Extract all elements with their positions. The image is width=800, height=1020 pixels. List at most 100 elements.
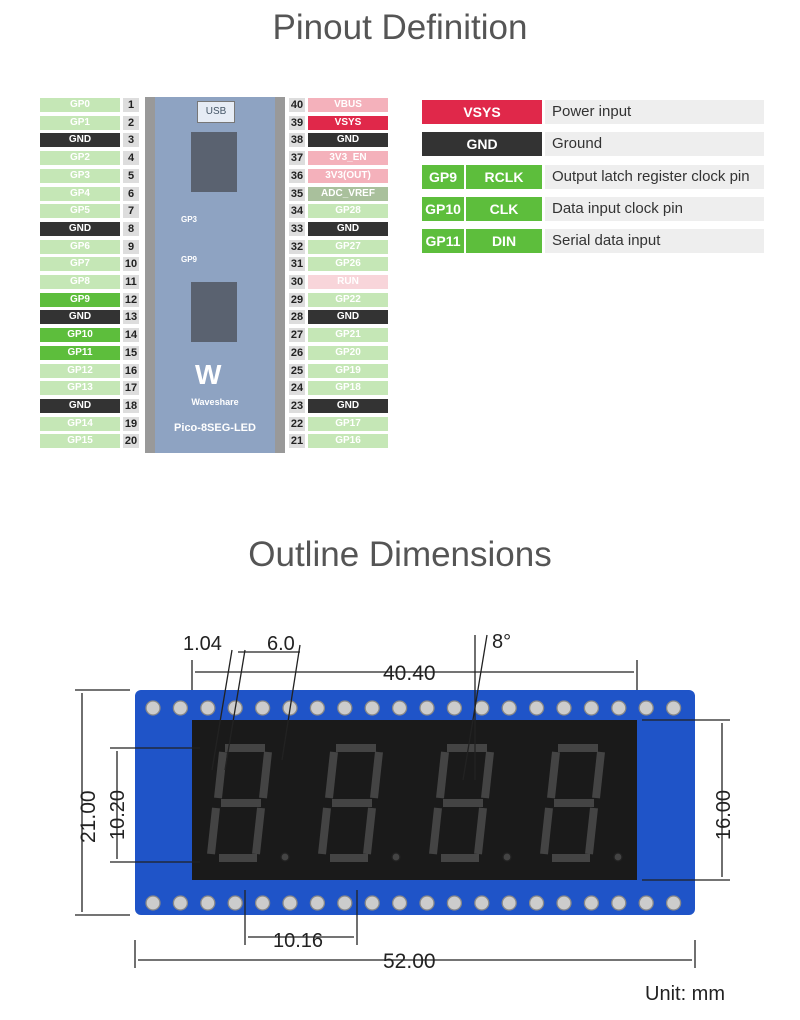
unit-label: Unit: mm (645, 983, 725, 1005)
pin-number: 10 (123, 257, 139, 272)
pin-label: GND (40, 398, 120, 413)
pin-label: 3V3(OUT) (308, 168, 388, 183)
header-pin (309, 700, 326, 716)
legend-description: Output latch register clock pin (545, 164, 764, 189)
pin-label: GP13 (40, 381, 120, 396)
pin-number: 39 (289, 115, 305, 130)
header-pin (528, 700, 545, 716)
header-pin (556, 895, 572, 911)
pin-label: GP12 (40, 363, 120, 378)
pin-number: 20 (123, 434, 139, 449)
pin-label: RUN (308, 275, 388, 289)
pin-number: 22 (289, 416, 305, 431)
header-pin (391, 700, 408, 716)
pin-number: 8 (123, 221, 139, 236)
pin-number: 16 (123, 363, 139, 378)
header-pin (501, 895, 517, 911)
segment (540, 807, 553, 855)
pin-number: 5 (123, 168, 139, 183)
segment (592, 751, 605, 799)
pin-number: 2 (123, 115, 139, 130)
pin-number: 9 (123, 239, 139, 254)
header-pin (200, 700, 216, 716)
pin-number: 28 (289, 310, 305, 325)
jumper-label: GP3 (181, 215, 198, 224)
legend-pin: GP11 (422, 229, 464, 254)
segment (259, 751, 272, 799)
legend-description: Serial data input (545, 229, 764, 254)
pin-label: GP5 (40, 204, 120, 219)
header-pin (556, 700, 572, 716)
legend-description: Data input clock pin (545, 196, 764, 221)
legend-function: RCLK (466, 164, 542, 189)
header-pin (419, 700, 435, 716)
header-pin (282, 895, 298, 911)
usb-label: USB (197, 101, 235, 123)
pin-label: GP28 (308, 204, 388, 219)
pin-number: 35 (289, 186, 305, 201)
header-pin (309, 895, 326, 911)
pin-label: GP9 (40, 292, 120, 307)
pin-label: VBUS (308, 98, 388, 112)
header-pin (665, 895, 682, 911)
pin-label: GP21 (308, 328, 388, 343)
decimal-point (613, 852, 623, 862)
pin-number: 30 (289, 275, 305, 289)
legend-function: DIN (466, 229, 542, 254)
segment (363, 807, 376, 855)
pin-label: GND (308, 310, 388, 325)
pin-label: VSYS (308, 115, 388, 130)
decimal-point (391, 852, 401, 862)
pin-label: GP17 (308, 416, 388, 431)
brand-label: Waveshare (191, 397, 239, 407)
header-pin (200, 895, 216, 911)
board-name: Pico-8SEG-LED (174, 422, 256, 434)
legend-pin: GND (422, 132, 542, 157)
dim-display-height: 16.00 (713, 790, 735, 840)
header-pin (172, 700, 189, 716)
pin-number: 7 (123, 204, 139, 219)
header-pin (611, 700, 627, 716)
header-pin (474, 700, 490, 716)
header-pin (364, 895, 380, 911)
pin-label: GP7 (40, 257, 120, 272)
pin-label: GP14 (40, 416, 120, 431)
pin-number: 24 (289, 381, 305, 396)
outline-title: Outline Dimensions (248, 535, 552, 574)
pin-label: GP15 (40, 434, 120, 449)
dim-length: 52.00 (383, 950, 436, 973)
pin-number: 11 (123, 275, 139, 289)
header-pin (665, 700, 682, 716)
pin-number: 34 (289, 204, 305, 219)
pin-number: 37 (289, 151, 305, 166)
pin-label: GND (308, 398, 388, 413)
pin-number: 31 (289, 257, 305, 272)
segment (370, 751, 383, 799)
segment (252, 807, 265, 855)
dim-angle: 8° (492, 631, 511, 653)
pin-label: GP6 (40, 239, 120, 254)
header-pin (172, 895, 189, 911)
pin-label: GP1 (40, 115, 120, 130)
header-pin (446, 895, 463, 911)
header-pin (583, 700, 600, 716)
outline-drawing: 1.04 6.0 8° 40.40 52.00 10.16 21.00 10.2… (75, 631, 735, 973)
pin-number: 36 (289, 168, 305, 183)
pin-number: 13 (123, 310, 139, 325)
pin-number: 29 (289, 292, 305, 307)
pin-number: 21 (289, 434, 305, 449)
pin-number: 25 (289, 363, 305, 378)
header-pin (337, 895, 353, 911)
pin-label: GP0 (40, 98, 120, 112)
header-pin (446, 700, 463, 716)
pin-number: 26 (289, 345, 305, 360)
segment (214, 751, 227, 799)
dim-digit-width: 6.0 (267, 633, 295, 655)
header-pin (638, 895, 654, 911)
header-pin (254, 895, 271, 911)
pin-number: 3 (123, 133, 139, 148)
header-pin (474, 895, 490, 911)
dim-display-digit-height: 10.20 (107, 790, 129, 840)
header-pin (337, 700, 353, 716)
pin-label: GP18 (308, 381, 388, 396)
